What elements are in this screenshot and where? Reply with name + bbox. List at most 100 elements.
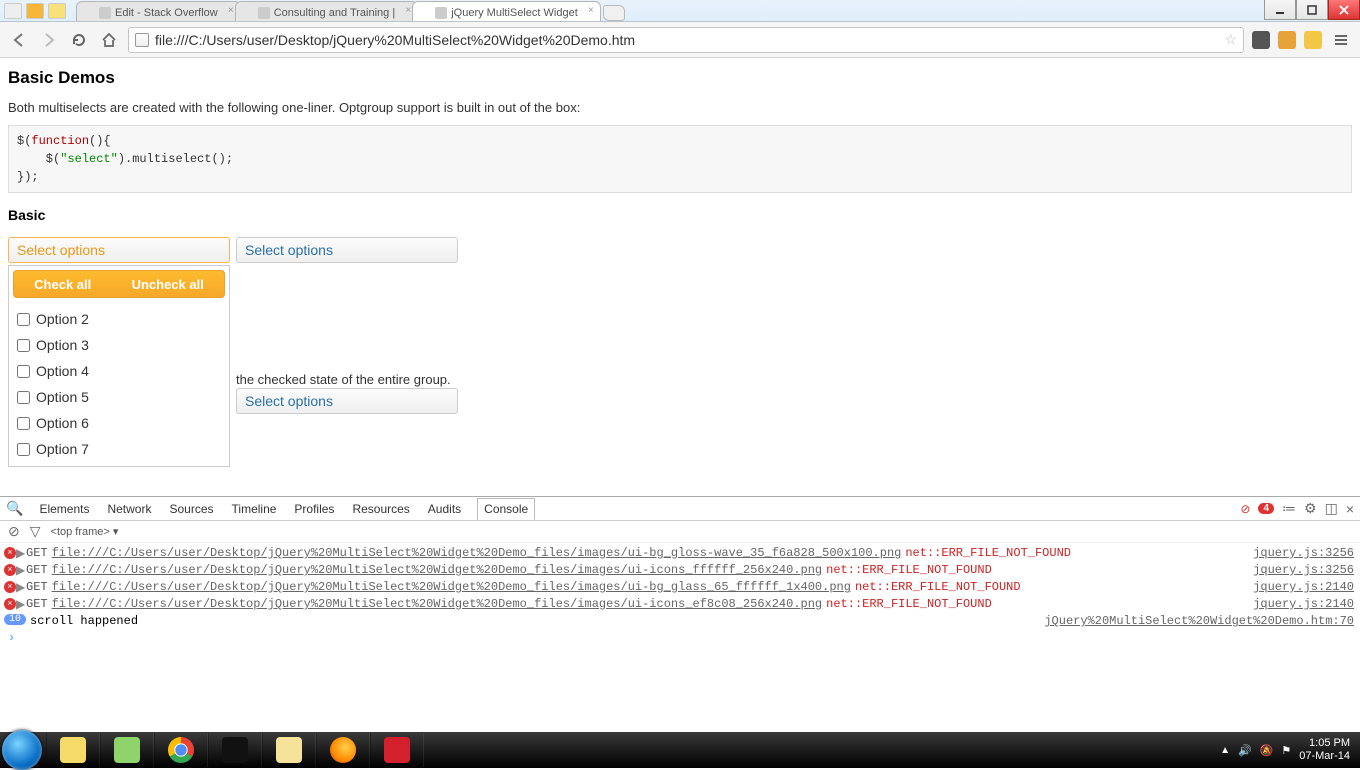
multiselect-button-active[interactable]: Select options bbox=[8, 237, 230, 263]
multiselect-label: Select options bbox=[17, 242, 105, 258]
back-button[interactable] bbox=[8, 29, 30, 51]
multiselect-option[interactable]: Option 2 bbox=[13, 306, 227, 332]
tab-close-icon[interactable]: × bbox=[228, 5, 234, 16]
devtools-close-icon[interactable]: × bbox=[1346, 501, 1354, 517]
option-checkbox[interactable] bbox=[17, 365, 30, 378]
multiselect-option[interactable]: Option 4 bbox=[13, 358, 227, 384]
expand-arrow-icon[interactable]: ▶ bbox=[16, 580, 26, 595]
error-source[interactable]: jquery.js:2140 bbox=[1253, 597, 1354, 611]
console-error-line: × ▶ GET file:///C:/Users/user/Desktop/jQ… bbox=[0, 596, 1360, 613]
error-source[interactable]: jquery.js:3256 bbox=[1253, 563, 1354, 577]
error-icon: ⊘ bbox=[1240, 502, 1250, 516]
window-close-button[interactable] bbox=[1328, 0, 1360, 20]
option-checkbox[interactable] bbox=[17, 443, 30, 456]
window-minimize-button[interactable] bbox=[1264, 0, 1296, 20]
taskbar-app-explorer[interactable] bbox=[262, 733, 316, 767]
tab-close-icon[interactable]: × bbox=[405, 5, 411, 16]
expand-arrow-icon[interactable]: ▶ bbox=[16, 597, 26, 612]
devtools-tab-elements[interactable]: Elements bbox=[37, 498, 91, 520]
filter-icon[interactable]: ▽ bbox=[30, 523, 41, 540]
settings-gear-icon[interactable]: ⚙ bbox=[1304, 500, 1317, 517]
taskbar-app-adobe[interactable] bbox=[370, 733, 424, 767]
uncheck-all-button[interactable]: Uncheck all bbox=[132, 277, 204, 292]
devtools-tab-bar: 🔍 Elements Network Sources Timeline Prof… bbox=[0, 497, 1360, 521]
error-url[interactable]: file:///C:/Users/user/Desktop/jQuery%20M… bbox=[52, 580, 851, 594]
forward-button[interactable] bbox=[38, 29, 60, 51]
drawer-toggle-icon[interactable]: ≔ bbox=[1282, 500, 1296, 517]
taskbar-app-chrome[interactable] bbox=[154, 733, 208, 767]
devtools-tab-timeline[interactable]: Timeline bbox=[230, 498, 279, 520]
clear-console-icon[interactable]: ⊘ bbox=[8, 523, 20, 540]
extension-icon[interactable] bbox=[1304, 31, 1322, 49]
browser-tab-strip: Edit - Stack Overflow × Consulting and T… bbox=[70, 0, 1264, 21]
tab-close-icon[interactable]: × bbox=[588, 5, 594, 16]
devtools-tab-sources[interactable]: Sources bbox=[167, 498, 215, 520]
taskbar-app[interactable] bbox=[100, 733, 154, 767]
taskbar-app-firefox[interactable] bbox=[316, 733, 370, 767]
address-bar[interactable]: file:///C:/Users/user/Desktop/jQuery%20M… bbox=[128, 27, 1244, 53]
reload-button[interactable] bbox=[68, 29, 90, 51]
window-controls bbox=[1264, 0, 1360, 21]
devtools-tab-resources[interactable]: Resources bbox=[350, 498, 411, 520]
expand-arrow-icon[interactable]: ▶ bbox=[16, 563, 26, 578]
browser-tab[interactable]: Consulting and Training | × bbox=[235, 1, 419, 21]
multiselect-option-list[interactable]: Option 2 Option 3 Option 4 Option 5 Opti… bbox=[9, 302, 229, 466]
dock-side-icon[interactable]: ◫ bbox=[1325, 500, 1338, 517]
devtools-tab-console[interactable]: Console bbox=[477, 498, 535, 520]
console-toolbar: ⊘ ▽ <top frame> ▾ bbox=[0, 521, 1360, 543]
console-output[interactable]: × ▶ GET file:///C:/Users/user/Desktop/jQ… bbox=[0, 543, 1360, 732]
start-button[interactable] bbox=[2, 730, 42, 770]
option-checkbox[interactable] bbox=[17, 417, 30, 430]
multiselect-option[interactable]: Option 6 bbox=[13, 410, 227, 436]
devtools-tab-network[interactable]: Network bbox=[105, 498, 153, 520]
multiselect-option[interactable]: Option 7 bbox=[13, 436, 227, 462]
extension-icon[interactable] bbox=[1278, 31, 1296, 49]
extension-icon[interactable] bbox=[1252, 31, 1270, 49]
option-label: Option 4 bbox=[36, 363, 89, 379]
error-source[interactable]: jquery.js:2140 bbox=[1253, 580, 1354, 594]
tab-title: Edit - Stack Overflow bbox=[115, 7, 218, 19]
frame-selector[interactable]: <top frame> ▾ bbox=[51, 525, 119, 538]
multiselect-dropdown: Check all Uncheck all Option 2 Option 3 … bbox=[8, 265, 230, 467]
option-checkbox[interactable] bbox=[17, 391, 30, 404]
multiselect-option[interactable]: Option 5 bbox=[13, 384, 227, 410]
check-all-button[interactable]: Check all bbox=[34, 277, 91, 292]
http-method: GET bbox=[26, 580, 48, 594]
clock-date: 07-Mar-14 bbox=[1299, 750, 1350, 763]
network-icon[interactable]: 🔕 bbox=[1260, 744, 1274, 757]
expand-arrow-icon[interactable]: ▶ bbox=[16, 546, 26, 561]
partially-hidden-text: the checked state of the entire group. bbox=[236, 372, 451, 387]
chrome-menu-button[interactable] bbox=[1330, 29, 1352, 51]
error-url[interactable]: file:///C:/Users/user/Desktop/jQuery%20M… bbox=[52, 546, 902, 560]
taskbar-app[interactable] bbox=[46, 733, 100, 767]
error-url[interactable]: file:///C:/Users/user/Desktop/jQuery%20M… bbox=[52, 563, 823, 577]
home-button[interactable] bbox=[98, 29, 120, 51]
option-checkbox[interactable] bbox=[17, 339, 30, 352]
multiselect-button[interactable]: Select options bbox=[236, 388, 458, 414]
multiselect-option[interactable]: Option 3 bbox=[13, 332, 227, 358]
search-icon[interactable]: 🔍 bbox=[6, 500, 23, 517]
page-heading: Basic Demos bbox=[8, 68, 1352, 88]
devtools-tab-audits[interactable]: Audits bbox=[426, 498, 463, 520]
error-source[interactable]: jquery.js:3256 bbox=[1253, 546, 1354, 560]
clock[interactable]: 1:05 PM 07-Mar-14 bbox=[1299, 737, 1350, 762]
volume-icon[interactable]: 🔊 bbox=[1238, 744, 1252, 757]
ql-icon[interactable] bbox=[4, 3, 22, 19]
tray-arrow-icon[interactable]: ▲ bbox=[1220, 745, 1230, 756]
window-maximize-button[interactable] bbox=[1296, 0, 1328, 20]
option-checkbox[interactable] bbox=[17, 313, 30, 326]
devtools-tab-profiles[interactable]: Profiles bbox=[292, 498, 336, 520]
action-center-icon[interactable]: ⚑ bbox=[1281, 744, 1291, 757]
new-tab-button[interactable] bbox=[603, 5, 625, 21]
console-prompt[interactable]: › bbox=[0, 629, 1360, 647]
multiselect-button[interactable]: Select options bbox=[236, 237, 458, 263]
ql-icon[interactable] bbox=[26, 3, 44, 19]
browser-tab-active[interactable]: jQuery MultiSelect Widget × bbox=[412, 1, 601, 21]
ql-icon[interactable] bbox=[48, 3, 66, 19]
error-url[interactable]: file:///C:/Users/user/Desktop/jQuery%20M… bbox=[52, 597, 823, 611]
browser-toolbar: file:///C:/Users/user/Desktop/jQuery%20M… bbox=[0, 22, 1360, 58]
taskbar-app[interactable] bbox=[208, 733, 262, 767]
log-source[interactable]: jQuery%20MultiSelect%20Widget%20Demo.htm… bbox=[1044, 614, 1354, 628]
browser-tab[interactable]: Edit - Stack Overflow × bbox=[76, 1, 241, 21]
bookmark-star-icon[interactable]: ☆ bbox=[1224, 31, 1237, 48]
